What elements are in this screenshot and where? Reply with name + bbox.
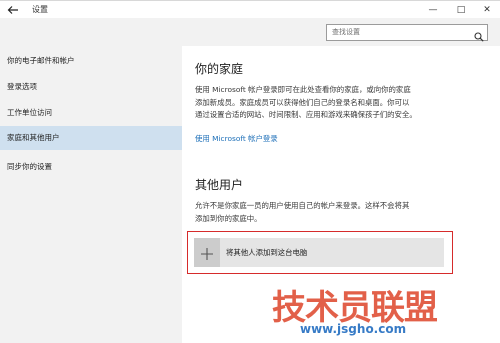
other-users-description-line: 允许不是你家庭一员的用户使用自己的帐户来登录。这样不会将其 <box>195 201 410 210</box>
family-section-title: 你的家庭 <box>195 62 244 76</box>
close-button[interactable]: ✕ <box>474 2 500 18</box>
sidebar-item-email-accounts[interactable]: 你的电子邮件和帐户 <box>0 52 182 70</box>
search-input[interactable]: 查找设置 <box>326 24 488 42</box>
sidebar-item-sign-in-options[interactable]: 登录选项 <box>0 78 182 96</box>
search-icon[interactable] <box>474 27 484 42</box>
sidebar-item-work-access[interactable]: 工作单位访问 <box>0 104 182 122</box>
microsoft-account-signin-link[interactable]: 使用 Microsoft 帐户登录 <box>195 133 278 144</box>
maximize-button[interactable]: □ <box>448 2 474 18</box>
watermark-url: www.jsgho.com <box>300 322 407 336</box>
other-users-description-line: 添加到你的家庭中。 <box>195 213 262 223</box>
search-placeholder: 查找设置 <box>332 28 360 36</box>
family-description-line: 使用 Microsoft 帐户登录即可在此处查看你的家庭，或向你的家庭 <box>195 85 411 94</box>
other-users-description: 允许不是你家庭一员的用户使用自己的帐户来登录。这样不会将其 添加到你的家庭中。 <box>195 200 450 225</box>
sidebar-item-family-other-users[interactable]: 家庭和其他用户 <box>0 126 182 150</box>
family-description: 使用 Microsoft 帐户登录即可在此处查看你的家庭，或向你的家庭 添加新成… <box>195 84 450 122</box>
sidebar-item-sync-settings[interactable]: 同步你的设置 <box>0 158 182 176</box>
minimize-button[interactable]: — <box>420 2 446 18</box>
other-users-section-title: 其他用户 <box>195 178 244 192</box>
highlight-box <box>187 231 453 274</box>
family-description-line: 添加新成员。家庭成员可以获得他们自己的登录名和桌面。你可以 <box>195 97 410 107</box>
back-arrow-icon[interactable] <box>6 3 20 17</box>
family-description-line: 通过设置合适的网站、时间限制、应用和游戏来确保孩子们的安全。 <box>195 110 417 119</box>
title-bar: 设置 — □ ✕ <box>0 0 500 19</box>
window-title: 设置 <box>32 5 48 14</box>
